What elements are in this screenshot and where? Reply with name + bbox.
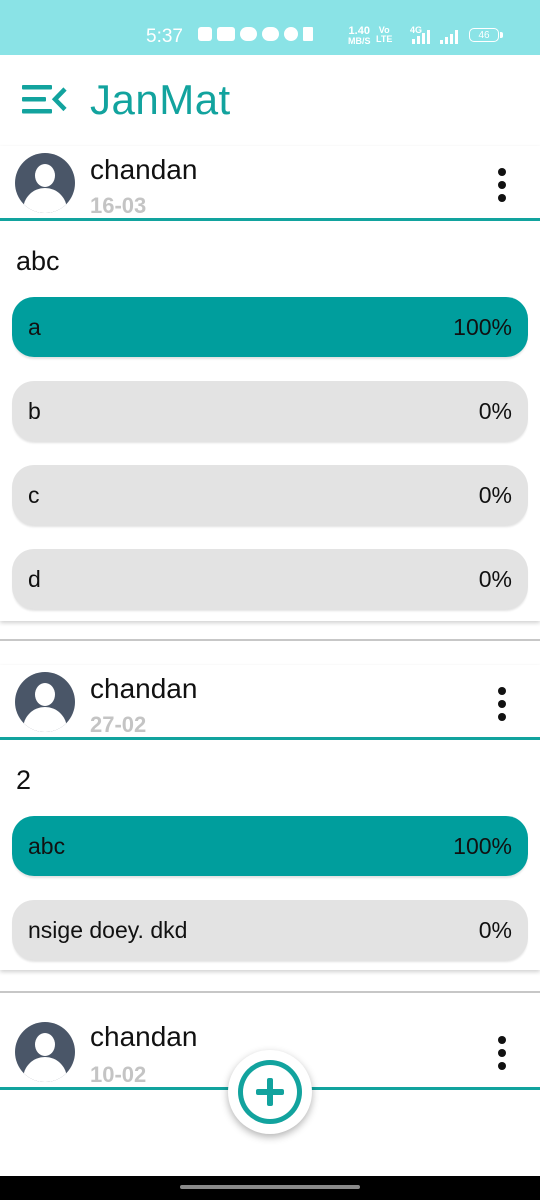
menu-collapse-icon[interactable] [22,82,68,116]
system-navigation-bar [0,1176,540,1200]
poll-question: 2 [16,765,32,795]
poll-option-label: b [28,398,41,424]
poll-option[interactable]: d 0% [12,549,528,609]
home-gesture-handle[interactable] [180,1185,360,1189]
volte-indicator: Vo LTE [376,26,392,44]
avatar[interactable] [15,1022,75,1082]
app-notification-icon [262,27,279,41]
card-separator [0,639,540,641]
more-options-icon[interactable] [490,1034,514,1072]
poll-card: chandan 16-03 abc a 100% b 0% c 0% d 0% [0,146,540,621]
network-speed: 1.40 MB/S [348,26,371,46]
battery-level: 46 [478,30,490,41]
poll-option-label: c [28,482,40,508]
poll-option[interactable]: b 0% [12,381,528,441]
status-bar: 5:37 1.40 MB/S Vo LTE 4G 46 [0,0,540,55]
message-icon [198,27,212,41]
more-options-icon[interactable] [490,685,514,723]
status-time: 5:37 [146,26,183,47]
poll-option-percent: 0% [478,398,512,424]
poll-option[interactable]: c 0% [12,465,528,525]
notification-icons [198,27,313,41]
poll-date: 10-02 [90,1062,147,1087]
poll-option-label: d [28,566,41,592]
volte-bottom: LTE [376,34,393,44]
poll-option-percent: 100% [453,314,512,340]
poll-date: 16-03 [90,193,147,218]
card-separator [0,991,540,993]
signal-strength-icon [412,28,430,44]
app-notification-icon [217,27,235,41]
poll-option-label: nsige doey. dkd [28,917,188,943]
poll-author[interactable]: chandan [90,1021,197,1053]
poll-author[interactable]: chandan [90,154,197,186]
avatar[interactable] [15,672,75,732]
poll-date: 27-02 [90,712,147,737]
add-poll-button[interactable] [228,1050,312,1134]
poll-option-percent: 0% [478,482,512,508]
card-divider [0,218,540,221]
signal-strength-icon [440,28,458,44]
add-circle-icon [238,1060,302,1124]
poll-option-percent: 0% [478,566,512,592]
poll-option-percent: 100% [453,833,512,859]
more-options-icon[interactable] [490,166,514,204]
app-bar: JanMat [0,55,540,145]
app-notification-icon [240,27,257,41]
poll-question: abc [16,246,60,276]
bluetooth-icon [303,27,313,41]
network-speed-unit: MB/S [348,36,371,46]
poll-card: chandan 27-02 2 abc 100% nsige doey. dkd… [0,665,540,970]
app-title: JanMat [90,76,231,123]
poll-option[interactable]: a 100% [12,297,528,357]
poll-option-label: abc [28,833,66,859]
card-divider [0,737,540,740]
poll-option-label: a [28,314,41,340]
poll-option[interactable]: nsige doey. dkd 0% [12,900,528,960]
poll-option[interactable]: abc 100% [12,816,528,876]
avatar[interactable] [15,153,75,213]
poll-author[interactable]: chandan [90,673,197,705]
battery-icon: 46 [469,28,503,42]
alarm-icon [284,27,298,41]
poll-option-percent: 0% [478,917,512,943]
